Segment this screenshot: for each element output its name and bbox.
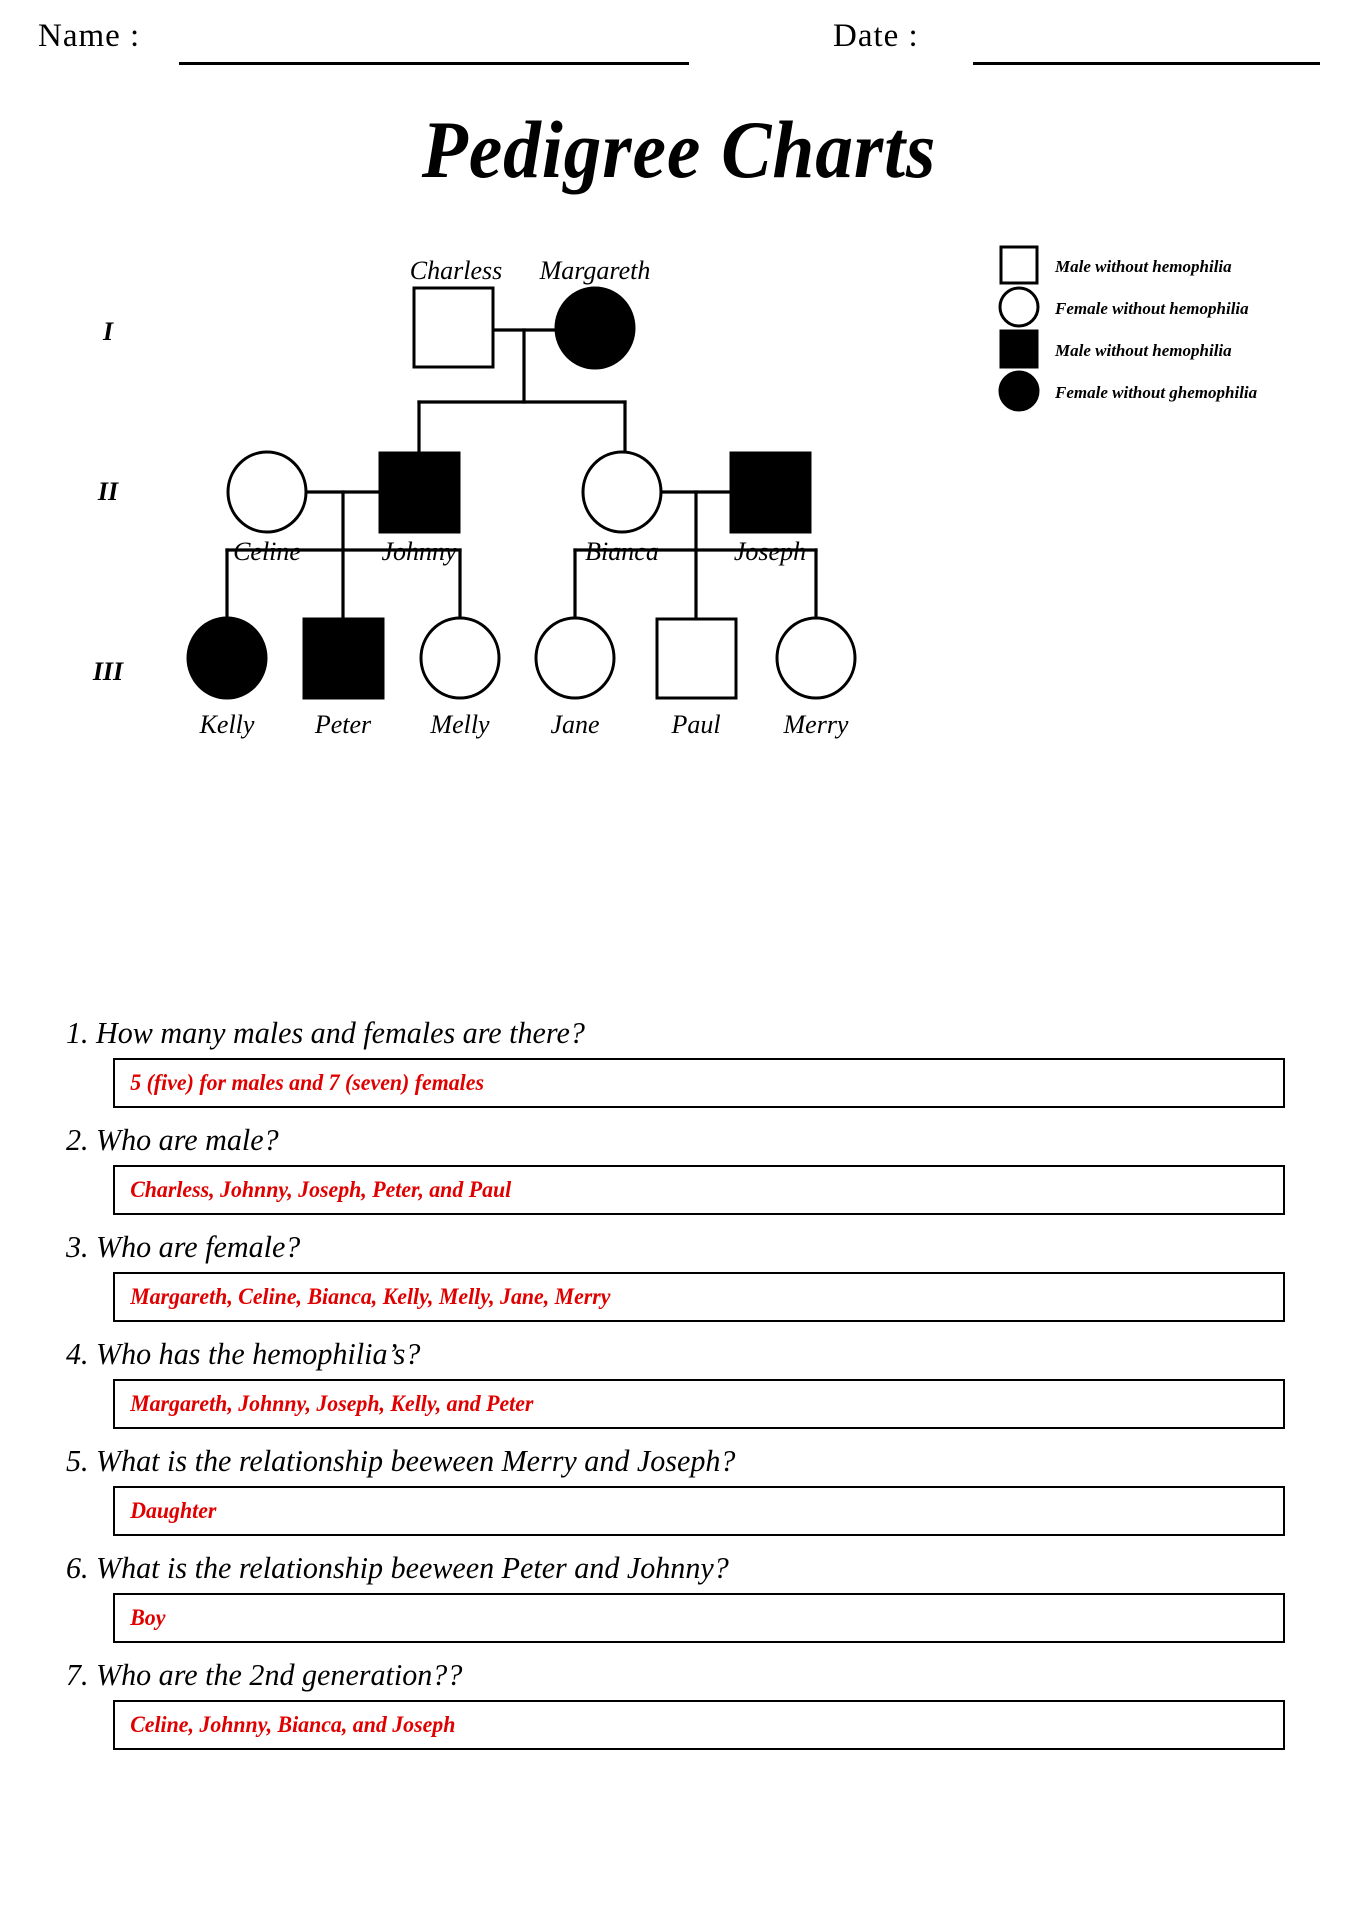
person-label-kelly: Kelly [199, 710, 255, 739]
question-block-1: 1. How many males and females are there?… [0, 1015, 1358, 1108]
question-text-5: 5. What is the relationship beeween Merr… [65, 1442, 736, 1478]
person-label-peter: Peter [314, 710, 372, 739]
person-label-joseph: Joseph [734, 537, 806, 566]
answer-text-6: Boy [130, 1604, 166, 1630]
symbol-male-unaffected[interactable] [655, 617, 738, 700]
answer-text-3: Margareth, Celine, Bianca, Kelly, Melly,… [130, 1283, 611, 1309]
answer-box-5[interactable]: Daughter [113, 1485, 1285, 1536]
person-label-jane: Jane [550, 710, 599, 739]
pedigree-svg: I II III Charless Margareth Celine Johnn… [92, 245, 1258, 739]
name-label: Name : [38, 18, 141, 54]
legend-item-female-affected: Female without ghemophilia [998, 370, 1258, 412]
date-label: Date : [833, 18, 919, 54]
open-square-icon [999, 245, 1039, 285]
symbol-male-unaffected[interactable] [412, 286, 495, 369]
pedigree-connectors [225, 328, 818, 620]
filled-circle-icon [998, 370, 1040, 412]
legend: Male without hemophilia Female without h… [998, 245, 1258, 412]
question-text-4: 4. Who has the hemophilia’s? [65, 1335, 421, 1371]
pedigree-diagram: I II III Charless Margareth Celine Johnn… [0, 230, 1358, 920]
question-text-1: 1. How many males and females are there? [65, 1015, 585, 1050]
name-write-line[interactable] [179, 62, 689, 65]
symbol-male-affected[interactable] [302, 617, 385, 700]
symbol-female-unaffected[interactable] [226, 450, 308, 534]
person-label-merry: Merry [783, 710, 849, 739]
person-bianca[interactable]: Bianca [581, 450, 663, 566]
person-jane[interactable]: Jane [534, 616, 616, 739]
person-johnny[interactable]: Johnny [378, 451, 461, 566]
generation-label-III: III [92, 657, 124, 686]
symbol-female-unaffected[interactable] [775, 616, 857, 700]
date-write-line[interactable] [973, 62, 1320, 65]
question-text-7: 7. Who are the 2nd generation?? [65, 1656, 463, 1692]
question-block-3: 3. Who are female? Margareth, Celine, Bi… [0, 1229, 1358, 1322]
person-celine[interactable]: Celine [226, 450, 308, 566]
person-label-margareth: Margareth [539, 256, 651, 285]
answer-text-4: Margareth, Johnny, Joseph, Kelly, and Pe… [130, 1390, 534, 1416]
person-paul[interactable]: Paul [655, 617, 738, 739]
person-label-paul: Paul [670, 710, 720, 739]
answer-text-7: Celine, Johnny, Bianca, and Joseph [130, 1711, 456, 1737]
symbol-female-unaffected[interactable] [419, 616, 501, 700]
symbol-female-unaffected[interactable] [581, 450, 663, 534]
person-label-charless: Charless [410, 256, 502, 285]
question-text-6: 6. What is the relationship beeween Pete… [65, 1549, 729, 1585]
answer-box-1[interactable]: 5 (five) for males and 7 (seven) females [113, 1057, 1285, 1108]
legend-item-male-affected: Male without hemophilia [999, 329, 1232, 369]
symbol-male-affected[interactable] [729, 451, 812, 534]
person-label-melly: Melly [429, 710, 490, 739]
person-peter[interactable]: Peter [302, 617, 385, 739]
answer-box-4[interactable]: Margareth, Johnny, Joseph, Kelly, and Pe… [113, 1378, 1285, 1429]
question-text-2: 2. Who are male? [65, 1121, 279, 1157]
generation-label-I: I [102, 317, 114, 346]
answer-text-1: 5 (five) for males and 7 (seven) females [130, 1069, 484, 1095]
legend-item-male-unaffected: Male without hemophilia [999, 245, 1232, 285]
question-block-2: 2. Who are male? Charless, Johnny, Josep… [0, 1122, 1358, 1215]
person-label-johnny: Johnny [381, 537, 457, 566]
legend-label-male-unaffected: Male without hemophilia [1054, 257, 1232, 276]
symbol-male-affected[interactable] [378, 451, 461, 534]
questions-section: 1. How many males and females are there?… [0, 1015, 1358, 1750]
answer-text-2: Charless, Johnny, Joseph, Peter, and Pau… [130, 1176, 512, 1202]
symbol-female-unaffected[interactable] [534, 616, 616, 700]
question-block-5: 5. What is the relationship beeween Merr… [0, 1443, 1358, 1536]
page-header: Name : Date : [0, 0, 1358, 86]
person-joseph[interactable]: Joseph [729, 451, 812, 566]
question-block-4: 4. Who has the hemophilia’s? Margareth, … [0, 1336, 1358, 1429]
answer-box-7[interactable]: Celine, Johnny, Bianca, and Joseph [113, 1699, 1285, 1750]
person-label-celine: Celine [233, 537, 301, 566]
person-label-bianca: Bianca [585, 537, 659, 566]
filled-square-icon [999, 329, 1039, 369]
symbol-female-affected[interactable] [554, 286, 636, 370]
question-block-7: 7. Who are the 2nd generation?? Celine, … [0, 1657, 1358, 1750]
person-margareth[interactable]: Margareth [539, 256, 651, 370]
symbol-female-affected[interactable] [186, 616, 268, 700]
legend-label-female-unaffected: Female without hemophilia [1054, 299, 1249, 318]
person-merry[interactable]: Merry [775, 616, 857, 739]
person-kelly[interactable]: Kelly [186, 616, 268, 739]
answer-box-2[interactable]: Charless, Johnny, Joseph, Peter, and Pau… [113, 1164, 1285, 1215]
generation-label-II: II [97, 477, 119, 506]
question-text-3: 3. Who are female? [65, 1228, 301, 1264]
answer-box-6[interactable]: Boy [113, 1592, 1285, 1643]
legend-label-male-affected: Male without hemophilia [1054, 341, 1232, 360]
person-melly[interactable]: Melly [419, 616, 501, 739]
person-charless[interactable]: Charless [410, 256, 502, 369]
open-circle-icon [998, 286, 1040, 328]
page-title: Pedigree Charts [421, 104, 937, 195]
legend-item-female-unaffected: Female without hemophilia [998, 286, 1249, 328]
answer-box-3[interactable]: Margareth, Celine, Bianca, Kelly, Melly,… [113, 1271, 1285, 1322]
answer-text-5: Daughter [130, 1497, 217, 1523]
legend-label-female-affected: Female without ghemophilia [1054, 383, 1258, 402]
question-block-6: 6. What is the relationship beeween Pete… [0, 1550, 1358, 1643]
